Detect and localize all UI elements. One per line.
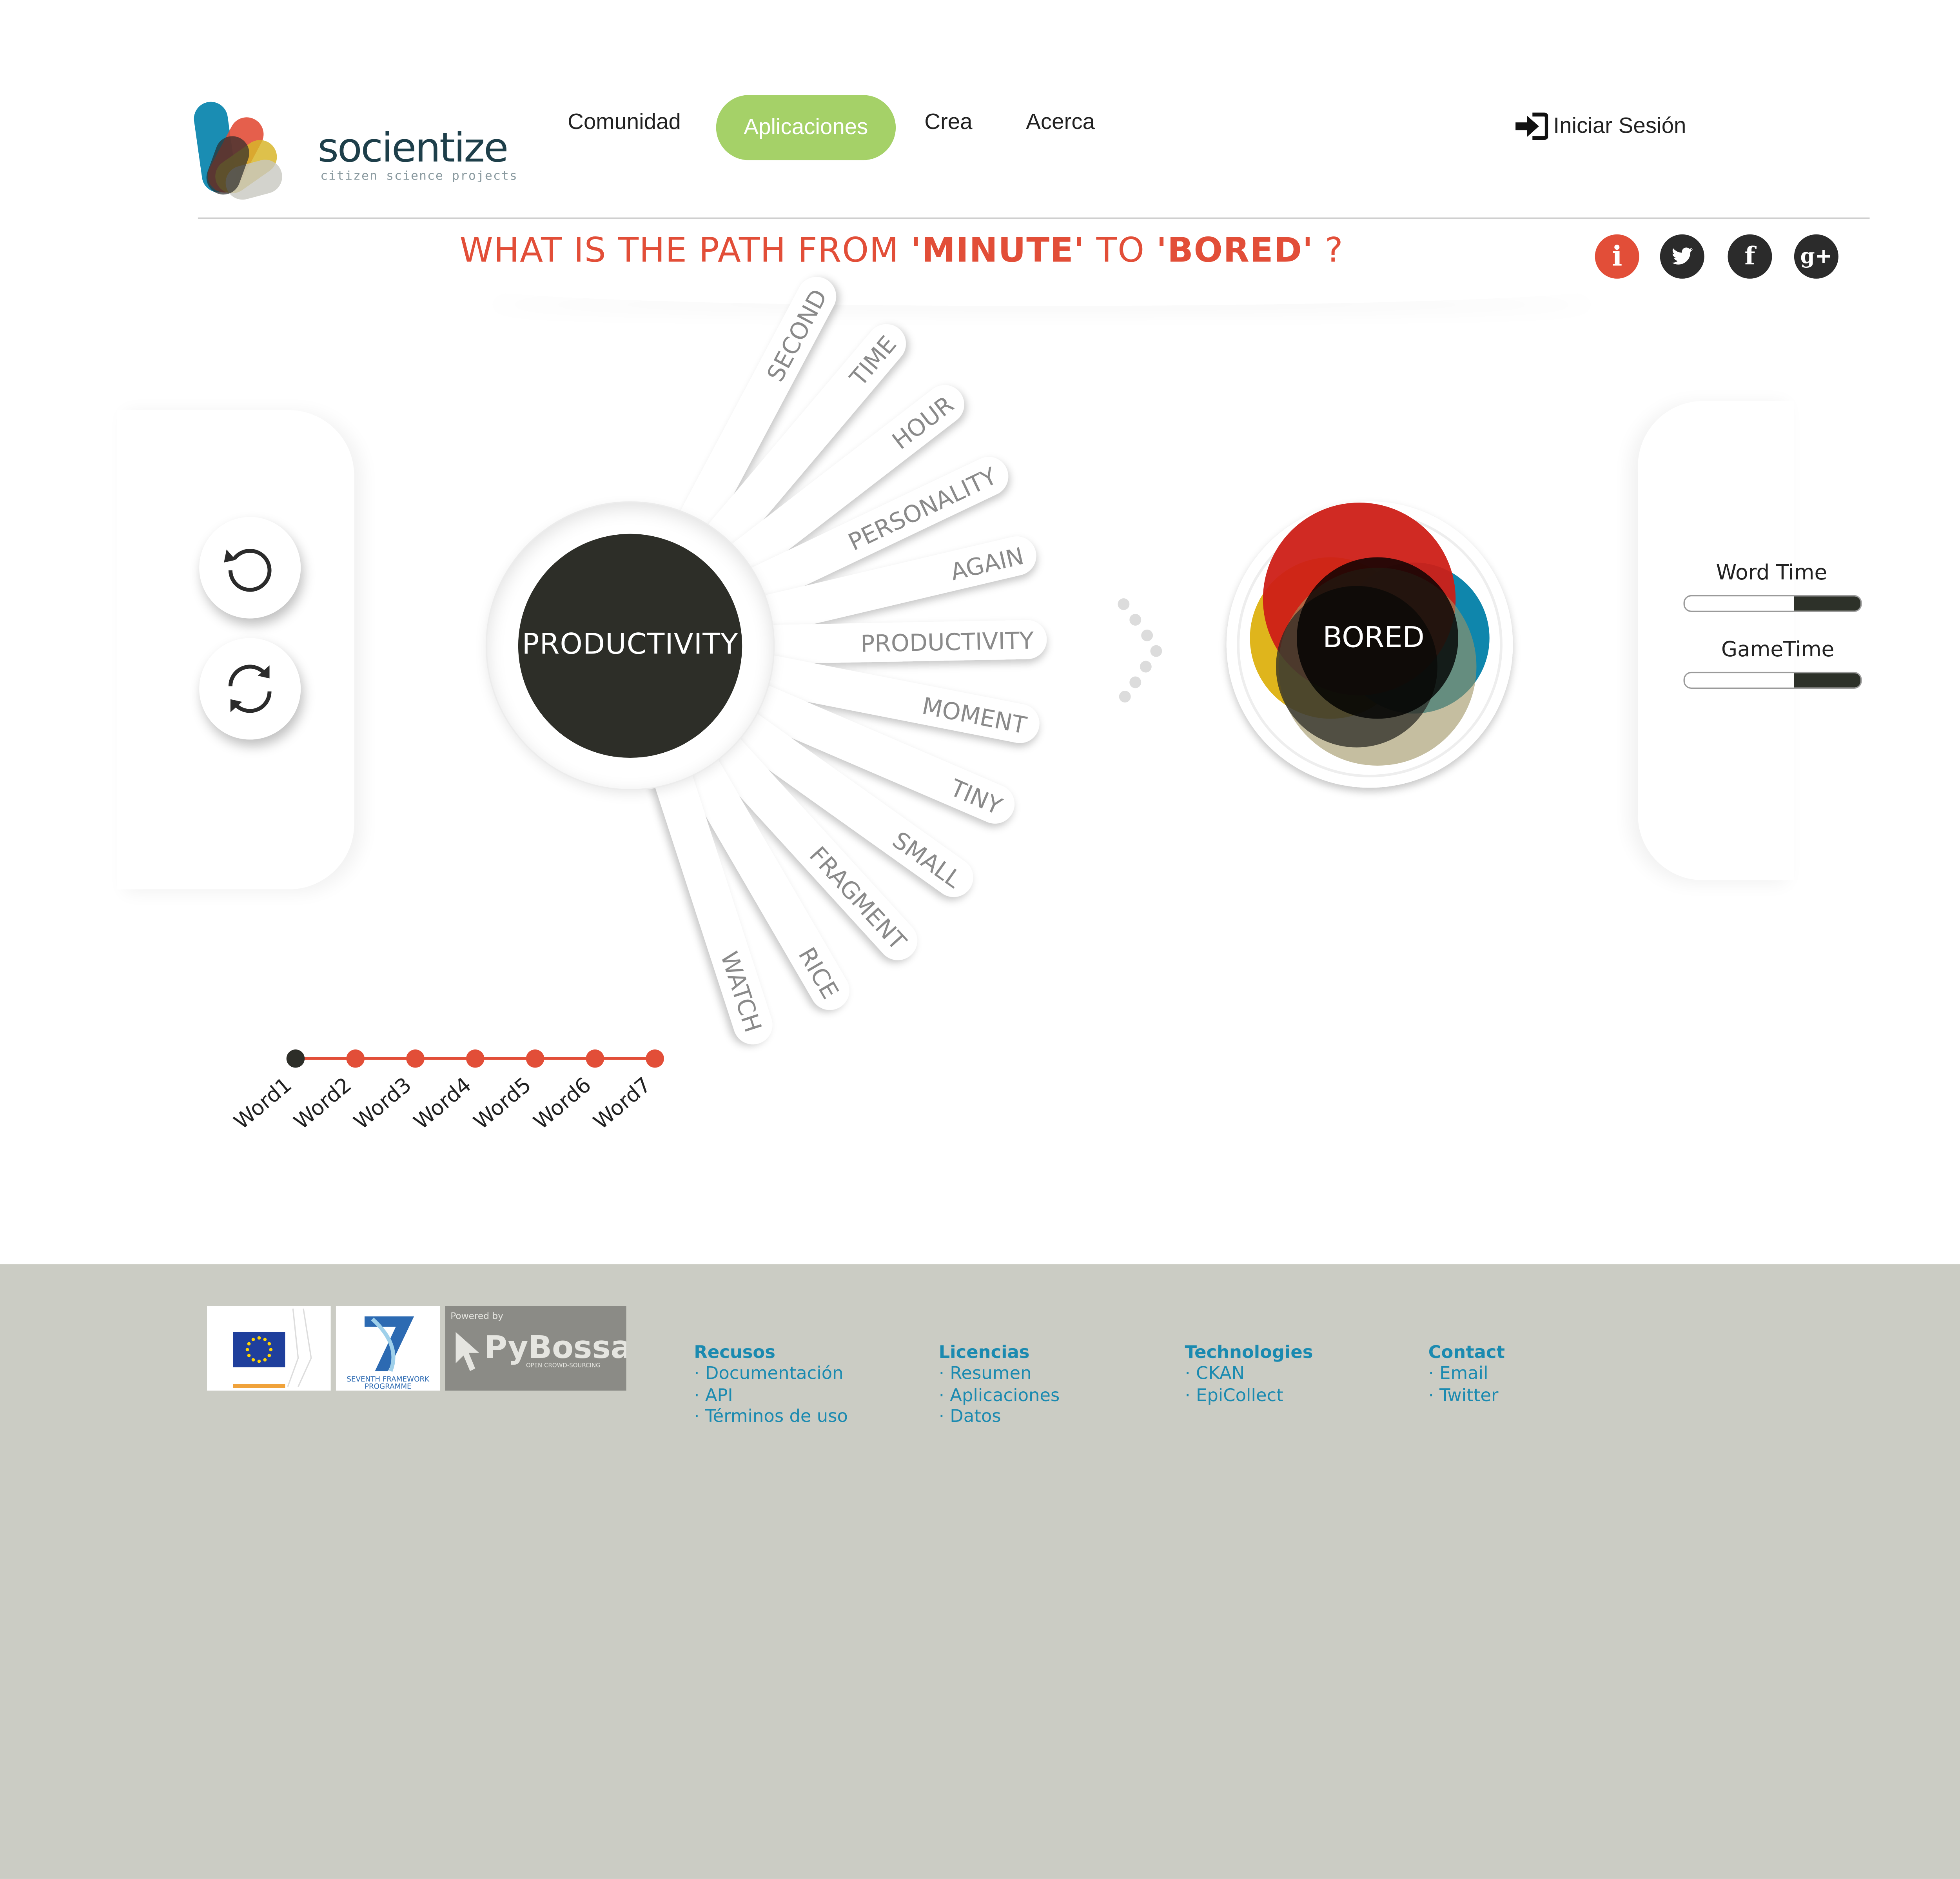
path-step-dot <box>286 1049 305 1068</box>
word-fan: SECOND TIMEHOURPERSONALITYAGAINPRODUCTIVI… <box>229 277 1513 1134</box>
path-step-dot <box>466 1049 485 1068</box>
footer-heading-licencias: Licencias <box>938 1342 1030 1363</box>
footer-link[interactable]: Documentación <box>694 1363 844 1384</box>
footer-link[interactable]: Términos de uso <box>694 1406 848 1427</box>
footer-link[interactable]: EpiCollect <box>1185 1385 1283 1405</box>
footer-link[interactable]: Twitter <box>1428 1385 1498 1405</box>
fp7-logo[interactable]: SEVENTH FRAMEWORK PROGRAMME <box>336 1306 440 1391</box>
connector-dots <box>1118 598 1162 703</box>
pybossa-logo[interactable]: Powered by PyBossa OPEN CROWD-SOURCING <box>445 1306 632 1391</box>
current-word: PRODUCTIVITY <box>518 534 742 758</box>
footer-heading-recusos: Recusos <box>694 1342 775 1363</box>
path-step-dot <box>346 1049 365 1068</box>
footer-link[interactable]: API <box>694 1385 733 1405</box>
european-commission-logo[interactable] <box>207 1306 331 1391</box>
svg-text:PROGRAMME: PROGRAMME <box>365 1382 412 1391</box>
footer-link[interactable]: Datos <box>939 1406 1001 1427</box>
footer-heading-technologies: Technologies <box>1185 1342 1313 1363</box>
footer-heading-contact: Contact <box>1428 1342 1505 1363</box>
path-step-dot <box>406 1049 425 1068</box>
path-step-dot <box>586 1049 604 1068</box>
footer-link[interactable]: Resumen <box>939 1363 1031 1384</box>
path-step-label: Word5 <box>469 1073 535 1134</box>
path-progress: Word1Word2Word3Word4Word5Word6Word7 <box>229 1049 664 1134</box>
footer-link[interactable]: Aplicaciones <box>939 1385 1060 1405</box>
path-step-dot <box>526 1049 544 1068</box>
svg-text:OPEN CROWD-SOURCING: OPEN CROWD-SOURCING <box>526 1362 601 1369</box>
target-word: BORED <box>1323 622 1425 655</box>
word-option-label: PRODUCTIVITY <box>860 627 1034 657</box>
path-step-dot <box>646 1049 664 1068</box>
path-step-label: Word2 <box>289 1073 356 1134</box>
path-step-label: Word3 <box>349 1073 416 1134</box>
footer-link[interactable]: CKAN <box>1185 1363 1245 1384</box>
path-step-label: Word4 <box>409 1073 476 1134</box>
path-step-label: Word7 <box>589 1073 655 1134</box>
path-step-label: Word6 <box>529 1073 595 1134</box>
path-step-label: Word1 <box>229 1073 296 1134</box>
svg-text:Powered by: Powered by <box>450 1311 503 1322</box>
svg-text:PyBossa: PyBossa <box>485 1329 626 1365</box>
footer-link[interactable]: Email <box>1428 1363 1488 1384</box>
